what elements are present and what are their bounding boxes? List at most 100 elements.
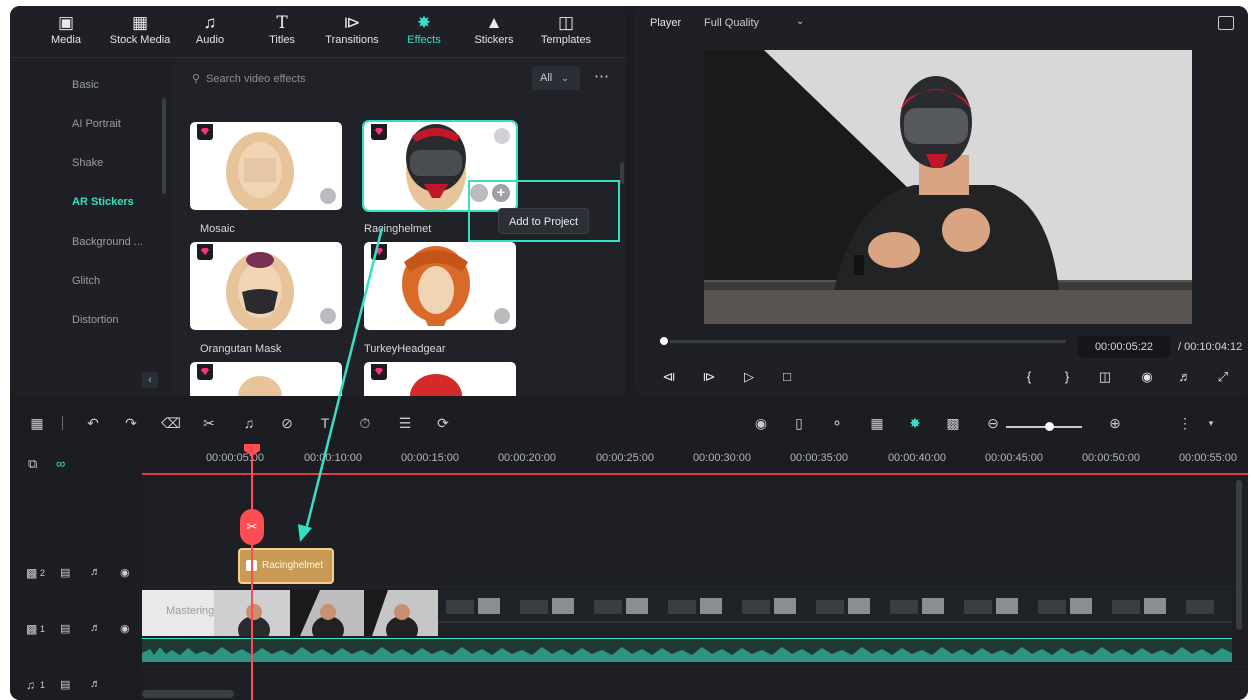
track-divider [142, 586, 1248, 587]
link-icon[interactable]: ∞ [56, 456, 65, 471]
download-icon[interactable] [320, 188, 336, 204]
filter-dropdown[interactable]: All ⌄ [532, 66, 580, 90]
chevron-down-icon[interactable]: ⌄ [796, 16, 804, 27]
add-track-icon[interactable]: ⧉ [28, 456, 37, 472]
vertical-scrollbar[interactable] [1236, 480, 1242, 630]
download-icon[interactable] [494, 128, 510, 144]
ruler-label: 00:00:20:00 [497, 452, 557, 464]
mark-in-icon[interactable]: { [1018, 366, 1040, 388]
search-input[interactable]: ⚲ Search video effects [182, 66, 532, 92]
fullscreen-icon[interactable]: ⤢ [1212, 366, 1234, 388]
volume-icon[interactable]: ♬ [1174, 366, 1196, 388]
toolbar-effects[interactable]: ✸ Effects [390, 12, 458, 56]
effects-scrollbar[interactable] [620, 162, 624, 184]
split-scissors-icon[interactable]: ✂ [240, 509, 264, 545]
zoom-slider[interactable] [1006, 426, 1082, 428]
video-clip[interactable]: Mastering [142, 590, 1232, 636]
pip-icon[interactable]: ▩ [942, 412, 964, 434]
cut-icon[interactable]: ✂ [198, 412, 220, 434]
effect-card-turkeyheadgear[interactable] [364, 242, 516, 330]
add-to-project-tooltip[interactable]: Add to Project [498, 208, 590, 234]
music-note-icon: ♫ [203, 13, 217, 32]
sidebar-item-ar-stickers[interactable]: AR Stickers [10, 183, 172, 221]
chevron-down-icon[interactable]: ▾ [1200, 412, 1222, 434]
next-frame-icon[interactable]: ⧐ [698, 366, 720, 388]
audio-waveform[interactable] [142, 638, 1232, 662]
text-icon[interactable]: T [314, 412, 336, 434]
quality-dropdown[interactable]: Full Quality [704, 17, 759, 29]
microphone-icon[interactable]: ⚬ [826, 412, 848, 434]
track-number: 1 [40, 680, 46, 690]
zoom-slider-handle[interactable] [1045, 422, 1054, 431]
download-icon[interactable] [320, 308, 336, 324]
zoom-out-icon[interactable]: ⊖ [982, 412, 1004, 434]
folder-icon[interactable]: ▤ [60, 678, 70, 691]
delete-icon[interactable]: ⌫ [160, 412, 182, 434]
premium-gem-icon [371, 244, 387, 260]
video-track-icon: ▩ [26, 622, 38, 636]
eye-icon[interactable]: ◉ [120, 566, 130, 579]
toolbar-stock-media[interactable]: ▦ Stock Media [106, 12, 174, 56]
volume-icon[interactable]: ♬ [90, 678, 101, 690]
ruler-label: 00:00:30:00 [692, 452, 752, 464]
toolbar-titles[interactable]: T Titles [248, 12, 316, 56]
previous-frame-icon[interactable]: ⧏ [658, 366, 680, 388]
sidebar-item-glitch[interactable]: Glitch [10, 262, 172, 300]
effect-card-partial[interactable] [190, 362, 342, 396]
track-divider [142, 666, 1248, 667]
sidebar-item-ai-portrait[interactable]: AI Portrait [10, 105, 172, 143]
toolbar-audio[interactable]: ♫ Audio [176, 12, 244, 56]
playback-scrubber[interactable] [662, 340, 1066, 343]
refresh-icon[interactable]: ⟳ [432, 412, 454, 434]
display-icon[interactable]: ◫ [1094, 366, 1116, 388]
video-frame [704, 50, 1192, 324]
horizontal-scrollbar[interactable] [142, 690, 234, 698]
sidebar-item-distortion[interactable]: Distortion [10, 301, 172, 339]
toolbar-media[interactable]: ▣ Media [32, 12, 100, 56]
zoom-in-icon[interactable]: ⊕ [1104, 412, 1126, 434]
toolbar-templates[interactable]: ◫ Templates [532, 12, 600, 56]
layout-icon[interactable]: ▦ [26, 412, 48, 434]
scopes-icon[interactable] [1218, 16, 1234, 30]
audio-detach-icon[interactable]: ♫ [238, 412, 260, 434]
stop-icon[interactable]: □ [776, 366, 798, 388]
sidebar-scrollbar[interactable] [162, 98, 166, 194]
adjust-icon[interactable]: ☰ [394, 412, 416, 434]
disable-icon[interactable]: ⊘ [276, 412, 298, 434]
collapse-sidebar-button[interactable]: ‹ [142, 372, 158, 388]
ai-tool-icon[interactable]: ✸ [904, 412, 926, 434]
eye-icon[interactable]: ◉ [120, 622, 130, 635]
sidebar-item-background[interactable]: Background ... [10, 223, 172, 261]
folder-icon[interactable]: ▤ [60, 566, 70, 579]
sidebar-item-shake[interactable]: Shake [10, 144, 172, 182]
sidebar-item-basic[interactable]: Basic [10, 66, 172, 104]
marker-icon[interactable]: ▯ [788, 412, 810, 434]
effect-card-orangutan-mask[interactable] [190, 242, 342, 330]
redo-icon[interactable]: ↷ [120, 412, 142, 434]
scrubber-handle[interactable] [658, 335, 670, 347]
speed-icon[interactable]: ⏱ [354, 412, 376, 434]
undo-icon[interactable]: ↶ [82, 412, 104, 434]
mark-out-icon[interactable]: } [1056, 366, 1078, 388]
folder-icon[interactable]: ▤ [60, 622, 70, 635]
volume-icon[interactable]: ♬ [90, 566, 101, 578]
card-label-orangutan-mask: Orangutan Mask [200, 343, 282, 355]
effects-panel: ▣ Media ▦ Stock Media ♫ Audio T Titles ⧐… [10, 6, 626, 396]
toolbar-transitions[interactable]: ⧐ Transitions [318, 12, 386, 56]
media-toolbar: ▣ Media ▦ Stock Media ♫ Audio T Titles ⧐… [10, 6, 626, 58]
volume-icon[interactable]: ♬ [90, 622, 101, 634]
audio-mixer-icon[interactable]: ▦ [866, 412, 888, 434]
download-icon[interactable] [494, 308, 510, 324]
player-header: Player Full Quality ⌄ [634, 6, 1248, 42]
grid-options-icon[interactable]: ⋮ [1174, 412, 1196, 434]
play-icon[interactable]: ▷ [738, 366, 760, 388]
snapshot-icon[interactable]: ◉ [1136, 366, 1158, 388]
premium-gem-icon [197, 124, 213, 140]
more-options-icon[interactable]: ⋯ [590, 66, 614, 90]
thumb-frame [290, 590, 364, 636]
effect-card-mosaic[interactable] [190, 122, 342, 210]
playhead-line[interactable] [251, 446, 253, 700]
toolbar-stickers[interactable]: ▲ Stickers [460, 12, 528, 56]
effect-card-partial[interactable] [364, 362, 516, 396]
render-icon[interactable]: ◉ [750, 412, 772, 434]
